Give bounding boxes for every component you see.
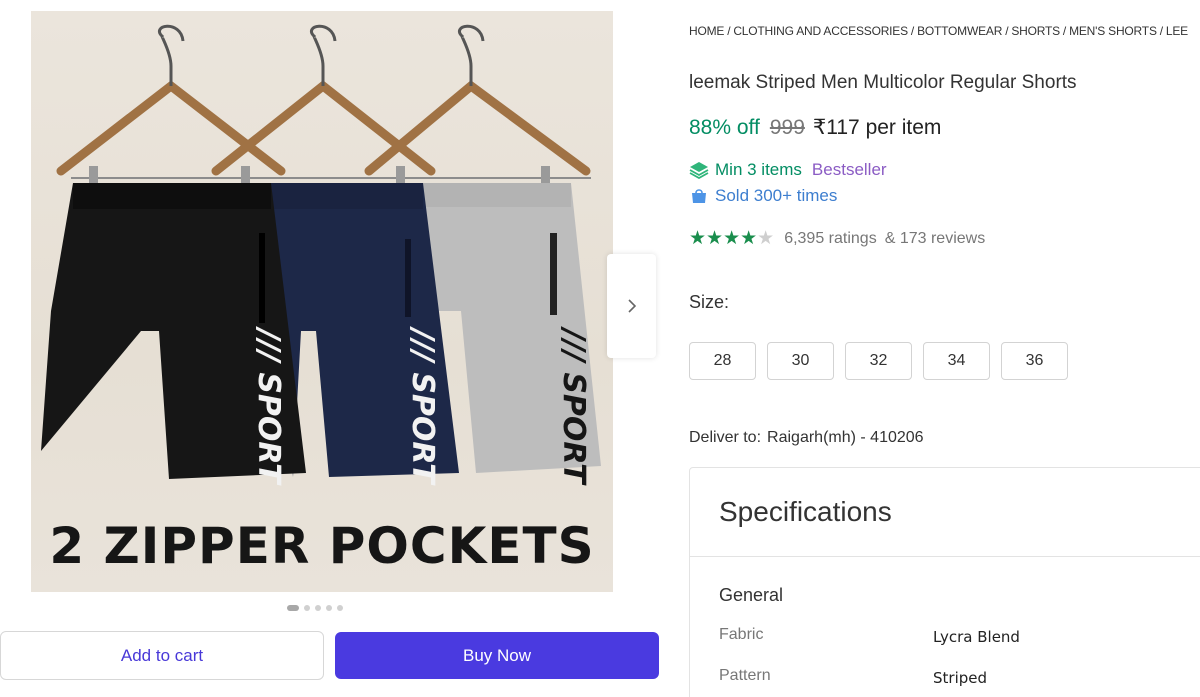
hanger-icon xyxy=(56,80,591,176)
breadcrumb: HOME / CLOTHING AND ACCESSORIES / BOTTOMWEAR… xyxy=(689,24,1188,38)
breadcrumb-shorts[interactable]: SHORTS xyxy=(1011,24,1060,38)
sold-bag-icon xyxy=(692,189,706,203)
spec-value: Lycra Blend xyxy=(933,628,1020,646)
size-option-36[interactable]: 36 xyxy=(1001,342,1068,380)
spec-value: Striped xyxy=(933,669,988,687)
layers-icon xyxy=(689,162,709,179)
pagination-dot[interactable] xyxy=(326,605,332,611)
min-items-text: Min 3 items xyxy=(715,160,802,179)
breadcrumb-current: LEE xyxy=(1165,24,1188,38)
delivery-label: Deliver to: xyxy=(689,429,762,446)
size-options: 28 30 32 34 36 xyxy=(689,342,1068,380)
image-caption: 2 ZIPPER POCKETS xyxy=(49,517,595,575)
specifications-title: Specifications xyxy=(719,496,892,527)
sport-logo-navy: /// SPORT xyxy=(405,326,440,486)
original-price: 999 xyxy=(769,116,805,139)
bestseller-badge: Bestseller xyxy=(811,160,887,179)
breadcrumb-clothing[interactable]: CLOTHING AND ACCESSORIES xyxy=(733,24,908,38)
divider xyxy=(690,556,1200,557)
size-option-28[interactable]: 28 xyxy=(689,342,756,380)
spec-key: Pattern xyxy=(719,667,771,684)
current-price: ₹117 per item xyxy=(812,116,942,139)
pagination-dot[interactable] xyxy=(315,605,321,611)
breadcrumb-home[interactable]: HOME xyxy=(689,24,724,38)
next-image-button[interactable] xyxy=(607,254,656,358)
reviews-count: & 173 reviews xyxy=(884,229,986,247)
pagination-dot[interactable] xyxy=(337,605,343,611)
size-option-34[interactable]: 34 xyxy=(923,342,990,380)
image-pagination xyxy=(287,605,343,611)
hanger-hook-icon xyxy=(158,24,485,86)
breadcrumb-mens-shorts[interactable]: MEN'S SHORTS xyxy=(1069,24,1157,38)
discount-label: 88% off xyxy=(689,116,760,139)
buy-now-button[interactable]: Buy Now xyxy=(335,632,659,679)
size-label: Size: xyxy=(689,292,730,312)
sport-logo-grey: /// SPORT xyxy=(556,326,591,486)
chevron-right-icon xyxy=(627,299,636,313)
shorts-illustration: /// SPORT /// SPORT /// SPORT xyxy=(41,24,601,486)
size-option-32[interactable]: 32 xyxy=(845,342,912,380)
rating-row[interactable]: ★★★★★ 6,395 ratings & 173 reviews xyxy=(689,227,985,250)
sport-logo-black: /// SPORT xyxy=(251,326,286,486)
spec-key: Fabric xyxy=(719,626,764,643)
pagination-dot[interactable] xyxy=(304,605,310,611)
product-image[interactable]: /// SPORT /// SPORT /// SPORT 2 ZIPPER P… xyxy=(31,11,613,592)
pagination-dot[interactable] xyxy=(287,605,299,611)
spec-group-title: General xyxy=(719,585,784,605)
breadcrumb-bottomwear[interactable]: BOTTOMWEAR xyxy=(917,24,1002,38)
star-rating-icon: ★★★★★ xyxy=(689,228,775,249)
product-details: HOME / CLOTHING AND ACCESSORIES / BOTTOMWEAR… xyxy=(689,0,1200,697)
min-items-row: Min 3 items Bestseller xyxy=(689,160,887,180)
product-title: leemak Striped Men Multicolor Regular Sh… xyxy=(689,72,1077,93)
size-option-30[interactable]: 30 xyxy=(767,342,834,380)
add-to-cart-button[interactable]: Add to cart xyxy=(0,631,324,680)
sold-count-row: Sold 300+ times xyxy=(689,186,837,206)
sold-count-text: Sold 300+ times xyxy=(715,186,838,205)
delivery-row[interactable]: Deliver to: Raigarh(mh) - 410206 xyxy=(689,429,924,447)
delivery-location: Raigarh(mh) - 410206 xyxy=(767,429,924,446)
specifications-panel: Specifications General Fabric Lycra Blen… xyxy=(689,467,1200,697)
ratings-count: 6,395 ratings xyxy=(784,229,877,247)
price-row: 88% off 999 ₹117 per item xyxy=(689,115,941,140)
